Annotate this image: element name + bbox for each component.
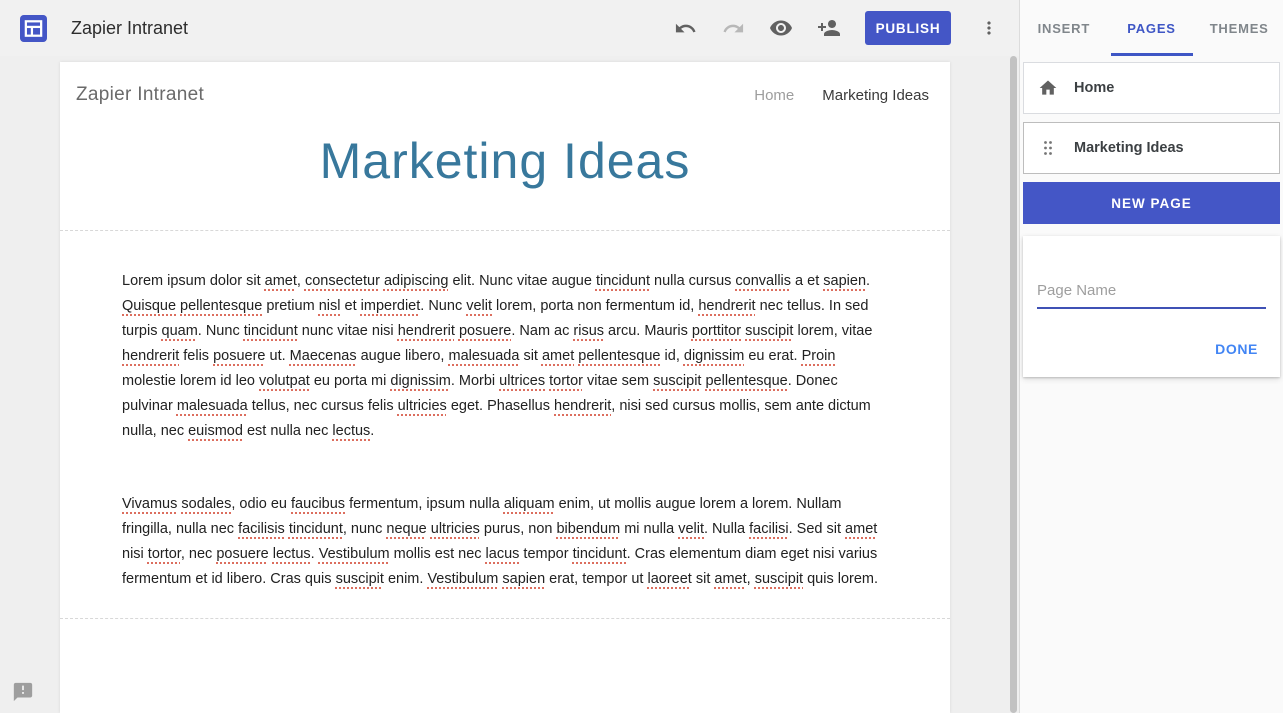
page-item-home[interactable]: Home	[1023, 62, 1280, 114]
sites-logo-icon[interactable]	[20, 14, 47, 42]
new-page-button[interactable]: NEW PAGE	[1023, 182, 1280, 224]
home-icon	[1038, 78, 1058, 98]
side-panel: INSERT PAGES THEMES Home Marketing Ideas…	[1019, 0, 1283, 713]
site-header: Zapier Intranet Home Marketing Ideas	[60, 62, 950, 106]
topbar-left: Zapier Intranet	[20, 14, 188, 42]
more-options-button[interactable]	[969, 8, 1009, 48]
main-area: Zapier Intranet PUBLISH Zapier Intranet …	[0, 0, 1019, 713]
site-nav: Home Marketing Ideas	[754, 87, 929, 104]
topbar: Zapier Intranet PUBLISH	[0, 0, 1019, 56]
page-item-label: Home	[1074, 80, 1115, 96]
new-page-form: DONE	[1023, 236, 1280, 377]
topbar-actions: PUBLISH	[665, 8, 1009, 48]
paragraph[interactable]: Vivamus sodales, odio eu faucibus fermen…	[122, 492, 888, 592]
google-sites-editor: Zapier Intranet PUBLISH Zapier Intranet …	[0, 0, 1283, 713]
pages-list: Home Marketing Ideas NEW PAGE DONE	[1020, 56, 1283, 377]
panel-tabs: INSERT PAGES THEMES	[1020, 0, 1283, 56]
editor-workspace: Zapier Intranet Home Marketing Ideas Mar…	[0, 56, 1019, 713]
text-section[interactable]: Lorem ipsum dolor sit amet, consectetur …	[122, 269, 888, 592]
publish-button[interactable]: PUBLISH	[865, 11, 951, 45]
page-name-input[interactable]	[1037, 278, 1266, 309]
page-title[interactable]: Marketing Ideas	[60, 132, 950, 190]
site-name[interactable]: Zapier Intranet	[71, 18, 188, 39]
section-divider	[60, 618, 950, 619]
site-header-title[interactable]: Zapier Intranet	[76, 84, 204, 106]
preview-button[interactable]	[761, 8, 801, 48]
tab-insert[interactable]: INSERT	[1020, 0, 1108, 56]
scrollbar[interactable]	[1010, 56, 1017, 713]
nav-marketing-ideas[interactable]: Marketing Ideas	[822, 87, 929, 104]
done-row: DONE	[1037, 331, 1266, 367]
page-item-marketing-ideas[interactable]: Marketing Ideas	[1023, 122, 1280, 174]
undo-button[interactable]	[665, 8, 705, 48]
drag-handle-icon[interactable]	[1038, 140, 1058, 156]
section-divider	[60, 230, 950, 231]
feedback-icon[interactable]	[12, 681, 34, 703]
tab-themes[interactable]: THEMES	[1195, 0, 1283, 56]
redo-button[interactable]	[713, 8, 753, 48]
nav-home[interactable]: Home	[754, 87, 794, 104]
add-editors-button[interactable]	[809, 8, 849, 48]
tab-pages[interactable]: PAGES	[1108, 0, 1196, 56]
page-canvas[interactable]: Zapier Intranet Home Marketing Ideas Mar…	[60, 62, 950, 713]
done-button[interactable]: DONE	[1207, 331, 1266, 367]
paragraph[interactable]: Lorem ipsum dolor sit amet, consectetur …	[122, 269, 888, 444]
page-item-label: Marketing Ideas	[1074, 140, 1184, 156]
